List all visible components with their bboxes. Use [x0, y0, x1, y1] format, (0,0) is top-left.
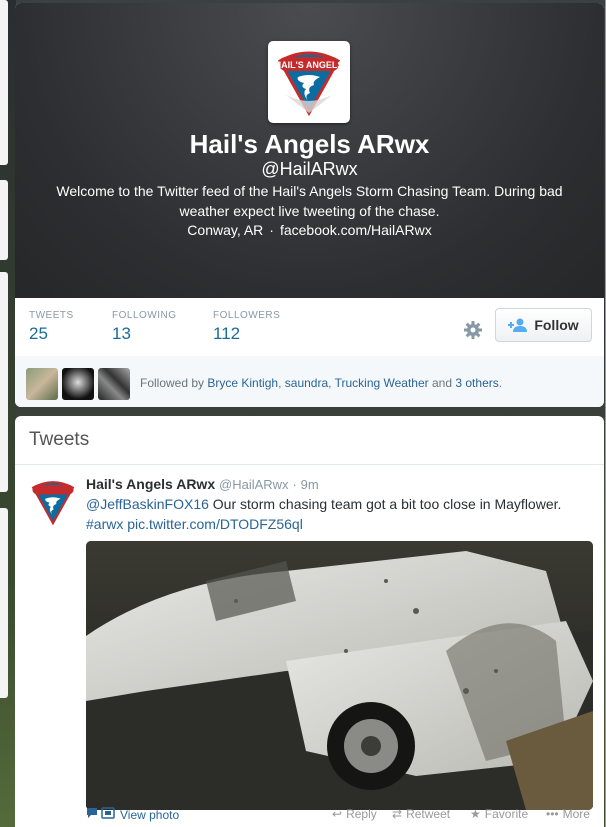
tweet-text: @JeffBaskinFOX16 Our storm chasing team … — [86, 494, 591, 534]
add-user-icon — [508, 318, 528, 332]
view-photo-link[interactable]: View photo — [86, 807, 179, 822]
follower-link[interactable]: saundra — [285, 376, 328, 390]
follower-link[interactable]: Bryce Kintigh — [207, 376, 278, 390]
follower-avatar[interactable] — [62, 368, 94, 400]
reply-icon: ↩ — [332, 807, 343, 821]
retweet-icon: ⇄ — [392, 807, 403, 821]
tweets-heading: Tweets — [29, 429, 90, 450]
stat-tweets-value: 25 — [29, 324, 48, 343]
logo-text: HAIL'S ANGELS — [275, 60, 344, 70]
meta-separator: · — [269, 222, 274, 238]
stat-following-value: 13 — [112, 324, 131, 343]
follower-separator: , — [278, 376, 282, 390]
profile-avatar[interactable]: HAIL'S ANGELS — [268, 41, 350, 123]
profile-header: HAIL'S ANGELS Hail's Angels ARwx @HailAR… — [15, 3, 604, 298]
settings-gear-icon[interactable] — [463, 320, 483, 345]
tweet-hashtag-link[interactable]: #arwx — [86, 516, 123, 532]
stat-followers-value: 112 — [213, 324, 241, 343]
stat-tweets[interactable]: TWEETS 25 — [29, 310, 74, 344]
hails-angels-logo-icon: HAIL'S ANGELS — [275, 51, 344, 117]
wrecked-truck-photo — [86, 541, 593, 810]
background-strip — [0, 508, 8, 698]
background-strip — [0, 180, 8, 260]
profile-name[interactable]: Hail's Angels ARwx — [15, 129, 604, 160]
followed-by-others-link[interactable]: 3 others — [455, 376, 498, 390]
followed-by-bar: Followed by Bryce Kintigh, saundra, Truc… — [15, 356, 604, 407]
more-label: More — [562, 807, 590, 821]
hails-angels-logo-icon — [29, 478, 77, 526]
tweet-timestamp[interactable]: 9m — [301, 477, 319, 492]
divider — [15, 464, 604, 465]
tweet-mention-link[interactable]: @JeffBaskinFOX16 — [86, 496, 209, 512]
follower-avatar[interactable] — [26, 368, 58, 400]
background-left — [0, 0, 16, 827]
followed-by-prefix: Followed by — [140, 376, 205, 390]
followed-by-text: Followed by Bryce Kintigh, saundra, Truc… — [140, 376, 502, 390]
retweet-label: Retweet — [406, 807, 451, 821]
retweet-button[interactable]: ⇄ Retweet — [392, 807, 450, 821]
profile-website-link[interactable]: facebook.com/HailARwx — [280, 222, 432, 238]
tweet-photo[interactable] — [86, 541, 593, 810]
tweet-author-handle[interactable]: @HailARwx — [219, 477, 289, 492]
photo-icon — [86, 807, 116, 822]
more-button[interactable]: ••• More — [546, 807, 590, 821]
profile-handle: @HailARwx — [261, 159, 358, 179]
tweet-pic-link[interactable]: pic.twitter.com/DTODFZ56ql — [127, 516, 303, 532]
follower-avatar[interactable] — [98, 368, 130, 400]
favorite-label: Favorite — [484, 807, 529, 821]
tweet-header: Hail's Angels ARwx @HailARwx · 9m — [86, 476, 319, 492]
background-strip — [0, 272, 8, 492]
background-strip — [0, 0, 8, 165]
stat-followers[interactable]: FOLLOWERS 112 — [213, 310, 280, 344]
tweets-card: Tweets Hail's Angels ARwx @HailARwx · 9m… — [15, 416, 604, 827]
tweet-avatar[interactable] — [29, 478, 77, 526]
stat-followers-label: FOLLOWERS — [213, 310, 281, 321]
profile-location: Conway, AR — [187, 222, 264, 238]
star-icon: ★ — [470, 807, 481, 821]
follower-separator: , — [328, 376, 332, 390]
followed-by-suffix: . — [498, 376, 503, 390]
reply-button[interactable]: ↩ Reply — [332, 807, 377, 821]
reply-label: Reply — [346, 807, 377, 821]
follow-button[interactable]: Follow — [495, 308, 592, 342]
stat-following[interactable]: FOLLOWING 13 — [112, 310, 177, 344]
tweet-author-name[interactable]: Hail's Angels ARwx — [86, 476, 215, 492]
profile-card: HAIL'S ANGELS Hail's Angels ARwx @HailAR… — [15, 3, 604, 407]
tweet-dot: · — [292, 477, 297, 492]
followed-by-and: and — [432, 376, 453, 390]
follower-link[interactable]: Trucking Weather — [335, 376, 429, 390]
stat-following-label: FOLLOWING — [112, 310, 177, 321]
follow-button-label: Follow — [534, 317, 579, 333]
favorite-button[interactable]: ★ Favorite — [470, 807, 528, 821]
tweet-body: Our storm chasing team got a bit too clo… — [208, 496, 562, 512]
view-photo-label: View photo — [120, 807, 180, 822]
profile-meta: Conway, AR · facebook.com/HailARwx — [15, 222, 604, 238]
more-icon: ••• — [546, 807, 559, 821]
profile-bio: Welcome to the Twitter feed of the Hail'… — [56, 183, 563, 219]
stat-tweets-label: TWEETS — [29, 310, 74, 321]
